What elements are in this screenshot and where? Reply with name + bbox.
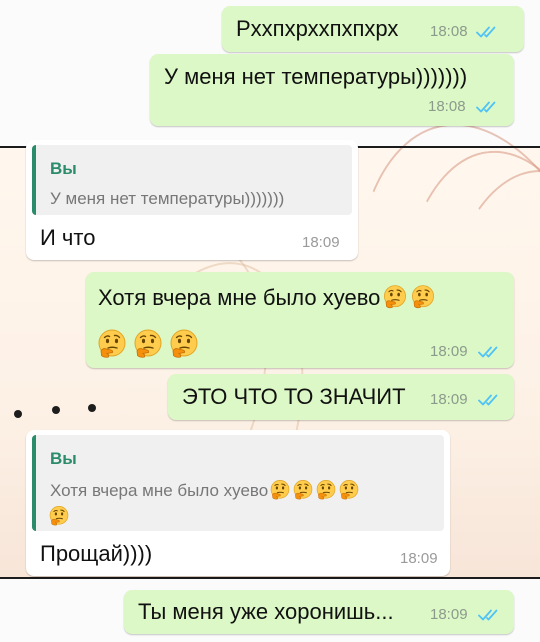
double-check-icon [476,25,500,39]
message-text: Рххпхрххпхпхрх [236,16,399,41]
wallpaper-dots [8,400,98,424]
outgoing-message[interactable]: Хотя вчера мне было хуево 18:09 [86,272,514,368]
message-text: Хотя вчера мне было хуево [98,285,381,310]
thinking-face-icon [168,328,200,360]
outgoing-message[interactable]: Ты меня уже хоронишь... 18:09 [124,590,514,634]
message-time: 18:09 [302,234,340,251]
quote-accent-bar [32,435,36,531]
incoming-message[interactable]: Вы У меня нет температуры))))))) И что 1… [26,140,358,260]
quote-author: Вы [50,159,77,178]
double-check-icon [476,100,500,114]
quote-text: Хотя вчера мне было хуево [50,481,269,500]
thinking-face-icon [48,505,70,527]
thinking-face-icon [132,328,164,360]
quote-text-line: Хотя вчера мне было хуево [50,479,360,503]
message-text-line: Хотя вчера мне было хуево [98,284,436,312]
outgoing-message[interactable]: У меня нет температуры))))))) 18:08 [150,54,514,126]
outgoing-message[interactable]: Рххпхрххпхпхрх 18:08 [222,6,524,52]
emoji-line [96,328,200,358]
message-text: У меня нет температуры))))))) [164,64,468,89]
message-time: 18:09 [430,606,468,623]
thinking-face-icon [315,479,337,501]
wallpaper-frame-line [0,577,540,579]
double-check-icon [478,608,502,622]
message-text: И что [40,225,96,250]
outgoing-message[interactable]: ЭТО ЧТО ТО ЗНАЧИТ 18:09 [168,374,514,420]
message-time: 18:08 [430,23,468,40]
quote-text: У меня нет температуры))))))) [50,189,285,208]
thinking-face-icon [382,284,408,310]
thinking-face-icon [269,479,291,501]
quote-author: Вы [50,449,77,468]
message-time: 18:09 [430,343,468,360]
quote-accent-bar [32,145,36,215]
message-time: 18:09 [430,391,468,408]
message-time: 18:09 [400,550,438,567]
double-check-icon [478,345,502,359]
message-time: 18:08 [428,98,466,115]
message-text: ЭТО ЧТО ТО ЗНАЧИТ [182,384,406,409]
double-check-icon [478,393,502,407]
thinking-face-icon [96,328,128,360]
thinking-face-icon [338,479,360,501]
message-text: Ты меня уже хоронишь... [138,599,394,624]
incoming-message[interactable]: Вы Хотя вчера мне было хуево Прощай)))) … [26,430,450,576]
thinking-face-icon [292,479,314,501]
thinking-face-icon [410,284,436,310]
message-text: Прощай)))) [40,541,153,566]
quoted-message[interactable]: Вы Хотя вчера мне было хуево [32,435,444,531]
quoted-message[interactable]: Вы У меня нет температуры))))))) [32,145,352,215]
